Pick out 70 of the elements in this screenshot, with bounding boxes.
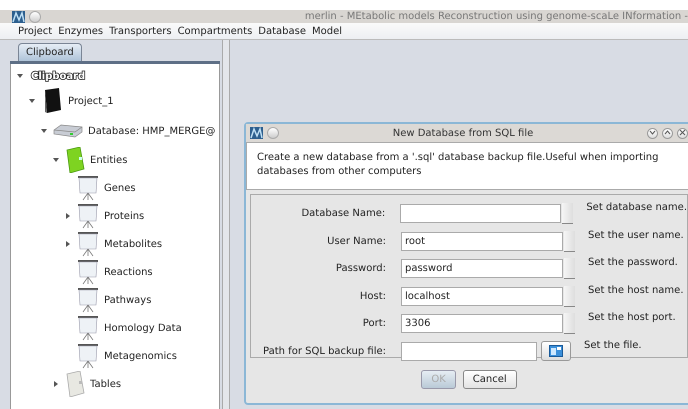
tree-item[interactable]: Entities [90,152,128,168]
spinner-handle[interactable] [564,313,575,334]
app-logo-icon [250,127,263,139]
field-hint: Set the user name. [588,228,684,242]
input-field[interactable]: password [401,259,563,278]
tree-toggle-icon[interactable] [65,241,71,247]
tab[interactable]: Clipboard [18,43,82,61]
tree-item[interactable]: Database: HMP_MERGE@ [88,124,216,138]
tree-toggle-icon[interactable] [29,98,35,104]
field-label: Host: [358,290,387,304]
folder-icon [65,371,85,397]
tree-item[interactable]: Pathways [104,292,152,308]
field-label: Database Name: [300,207,386,222]
projector-screen-icon [77,259,99,285]
input-field[interactable] [400,204,562,224]
cancel-button[interactable]: Cancel [462,370,517,389]
folder-icon [549,345,563,358]
app-logo-icon [12,10,25,22]
field-hint: Set the host name. [588,284,684,298]
tree-toggle-icon[interactable] [41,128,47,134]
menu-item[interactable]: Project [18,24,52,38]
field-label: Port: [362,317,387,332]
tree-toggle-icon[interactable] [17,73,23,79]
spinner-handle[interactable] [564,258,575,280]
hard-drive-icon [53,124,83,138]
tree-item[interactable]: Project_1 [68,94,114,108]
folder-icon [65,147,85,173]
spinner-handle[interactable] [562,203,574,224]
input-field[interactable]: localhost [401,286,563,306]
input-field[interactable]: 3306 [401,314,563,334]
tree-item[interactable]: Genes [104,180,136,196]
projector-screen-icon [77,231,99,257]
tree-item[interactable]: Reactions [104,264,153,280]
spinner-handle[interactable] [564,230,575,252]
minimize-icon[interactable] [647,128,658,138]
maximize-icon[interactable] [662,128,673,138]
menu-item[interactable]: Database [258,24,306,38]
projector-screen-icon [77,287,99,313]
tree-toggle-icon[interactable] [53,381,59,387]
projector-screen-icon [77,175,99,201]
window-title: merlin - MEtabolic models Reconstruction using genome-scaLe INformation - [304,10,688,24]
field-hint: Set the host port. [588,311,676,325]
close-icon[interactable] [677,128,688,138]
browse-button[interactable] [541,341,571,362]
input-field[interactable]: root [401,232,563,251]
projector-screen-icon [77,315,99,341]
spinner-handle[interactable] [564,286,575,307]
field-hint: Set database name. [586,201,687,215]
tree-item[interactable]: Metagenomics [104,348,178,364]
menu-item[interactable]: Compartments [178,24,252,38]
menu-item[interactable]: Transporters [109,24,172,38]
tree-item[interactable]: Metabolites [104,236,162,252]
field-hint: Set the file. [584,338,642,352]
tree-item[interactable]: Clipboard [31,68,86,84]
field-label: User Name: [326,234,387,249]
tree-item[interactable]: Proteins [104,208,144,224]
tree-toggle-icon[interactable] [53,157,59,163]
input-field[interactable] [401,342,537,361]
field-hint: Set the password. [588,256,678,270]
projector-screen-icon [77,203,99,229]
field-label: Path for SQL backup file: [262,344,387,359]
menu-item[interactable]: Enzymes [58,24,104,38]
tree-toggle-icon[interactable] [65,213,71,219]
dialog-title: New Database from SQL file [392,126,534,140]
dialog-description: Create a new database from a '.sql' database backup file.Useful when importing databases from other computers [246,142,688,190]
tree-item[interactable]: Homology Data [104,320,182,336]
field-label: Password: [334,262,387,276]
projector-screen-icon [77,343,99,369]
menu-item[interactable]: Model [312,24,342,38]
tree-item[interactable]: Tables [90,376,122,392]
